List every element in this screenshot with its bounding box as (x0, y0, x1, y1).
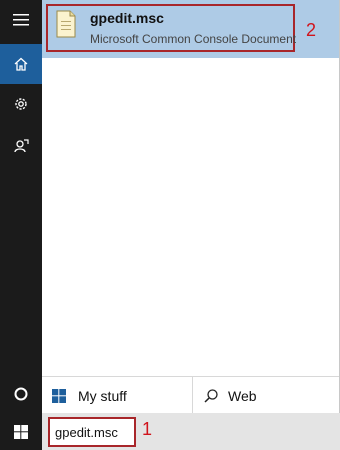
feedback-icon (14, 139, 29, 153)
document-icon (56, 10, 76, 38)
search-results-panel: gpedit.msc Microsoft Common Console Docu… (42, 0, 340, 414)
result-title: gpedit.msc (90, 10, 164, 26)
result-subtitle: Microsoft Common Console Document (90, 32, 297, 46)
my-stuff-button[interactable]: My stuff (52, 377, 127, 414)
settings-button[interactable] (0, 84, 42, 124)
web-button[interactable]: Web (204, 377, 257, 414)
hamburger-menu-button[interactable] (0, 0, 42, 40)
hamburger-menu-icon (13, 14, 29, 26)
search-result-item[interactable]: gpedit.msc Microsoft Common Console Docu… (42, 0, 339, 58)
windows-start-icon (14, 424, 28, 439)
my-stuff-label: My stuff (78, 387, 127, 404)
cortana-circle-icon (14, 387, 28, 401)
home-icon (14, 57, 28, 71)
home-button[interactable] (0, 44, 42, 84)
gear-icon (15, 98, 27, 110)
search-icon (204, 388, 218, 403)
cortana-button[interactable] (0, 374, 42, 414)
start-sidebar (0, 0, 42, 450)
search-input[interactable]: gpedit.msc (48, 417, 136, 447)
feedback-button[interactable] (0, 126, 42, 166)
start-button[interactable] (0, 413, 42, 450)
search-filter-bar: My stuff Web (42, 376, 339, 414)
web-label: Web (228, 387, 257, 404)
annotation-number-2: 2 (306, 20, 317, 40)
annotation-number-1: 1 (142, 419, 153, 439)
taskbar: gpedit.msc 1 (0, 413, 340, 450)
windows-logo-icon (52, 388, 66, 403)
filter-divider (192, 377, 193, 414)
